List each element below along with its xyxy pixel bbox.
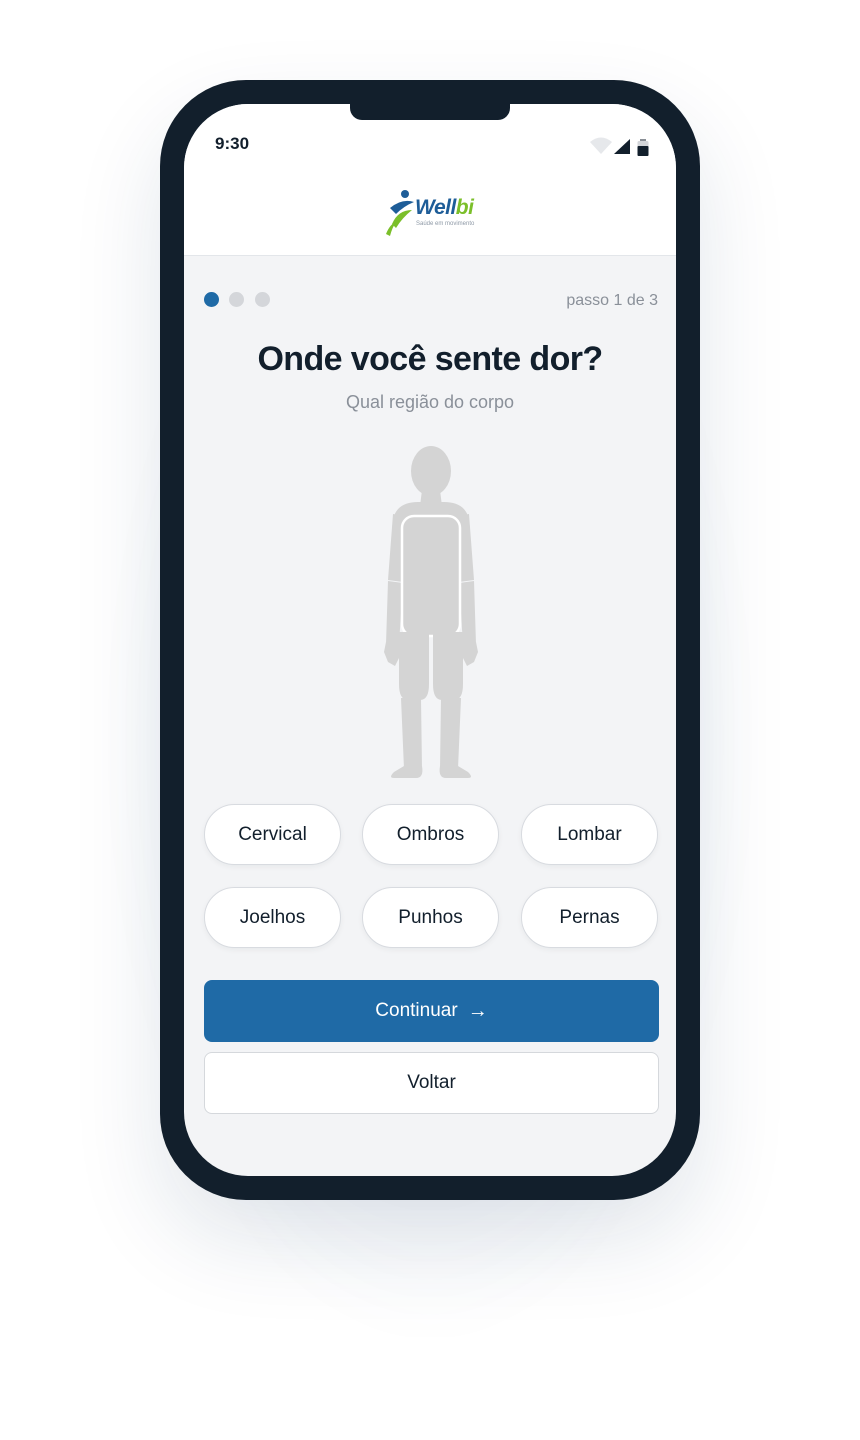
step-progress-dots xyxy=(204,292,270,308)
body-left-foot xyxy=(391,766,423,778)
stage: 9:30 Wellbi Saúde em movimento passo 1 d… xyxy=(0,0,860,1440)
back-button[interactable]: Voltar xyxy=(204,1052,659,1114)
body-left-thigh xyxy=(399,632,429,700)
region-chip-lombar[interactable]: Lombar xyxy=(521,804,658,865)
wifi-icon xyxy=(590,137,612,154)
battery-icon xyxy=(637,139,649,156)
body-left-shin xyxy=(401,698,422,769)
progress-dot-2 xyxy=(229,292,244,307)
phone-notch xyxy=(350,104,510,120)
region-chip-ombros[interactable]: Ombros xyxy=(362,804,499,865)
signal-icon xyxy=(614,139,630,154)
phone-frame: 9:30 Wellbi Saúde em movimento passo 1 d… xyxy=(160,80,700,1200)
region-chip-pernas[interactable]: Pernas xyxy=(521,887,658,948)
app-header: 9:30 Wellbi Saúde em movimento xyxy=(184,104,676,256)
brand-name-part2: bi xyxy=(455,196,474,219)
status-icons xyxy=(590,136,650,158)
region-chip-cervical[interactable]: Cervical xyxy=(204,804,341,865)
continue-label: Continuar xyxy=(375,1000,458,1021)
brand-name-part1: Well xyxy=(415,196,456,219)
body-right-shin xyxy=(440,698,461,769)
continue-button[interactable]: Continuar → xyxy=(204,980,659,1042)
body-head xyxy=(411,446,451,496)
step-label: passo 1 de 3 xyxy=(566,292,658,309)
wellbi-figure-icon xyxy=(386,190,414,236)
arrow-right-icon: → xyxy=(467,999,488,1022)
region-chip-joelhos[interactable]: Joelhos xyxy=(204,887,341,948)
body-right-foot xyxy=(439,766,471,778)
progress-dot-3 xyxy=(255,292,270,307)
body-map[interactable] xyxy=(366,444,496,782)
body-torso xyxy=(400,514,462,638)
wellbi-logo: Wellbi Saúde em movimento xyxy=(384,188,484,238)
app-screen: 9:30 Wellbi Saúde em movimento passo 1 d… xyxy=(184,104,676,1176)
human-body-icon xyxy=(384,446,478,778)
status-time: 9:30 xyxy=(215,134,250,153)
body-right-thigh xyxy=(433,632,463,700)
brand-tagline: Saúde em movimento xyxy=(416,221,475,227)
question-title: Onde você sente dor? xyxy=(257,340,603,378)
wellbi-wordmark: Wellbi xyxy=(415,196,474,220)
body-left-hand xyxy=(384,642,400,666)
question-subtitle: Qual região do corpo xyxy=(345,392,515,412)
region-chip-punhos[interactable]: Punhos xyxy=(362,887,499,948)
body-right-hand xyxy=(462,642,478,666)
progress-dot-1 xyxy=(204,292,219,307)
